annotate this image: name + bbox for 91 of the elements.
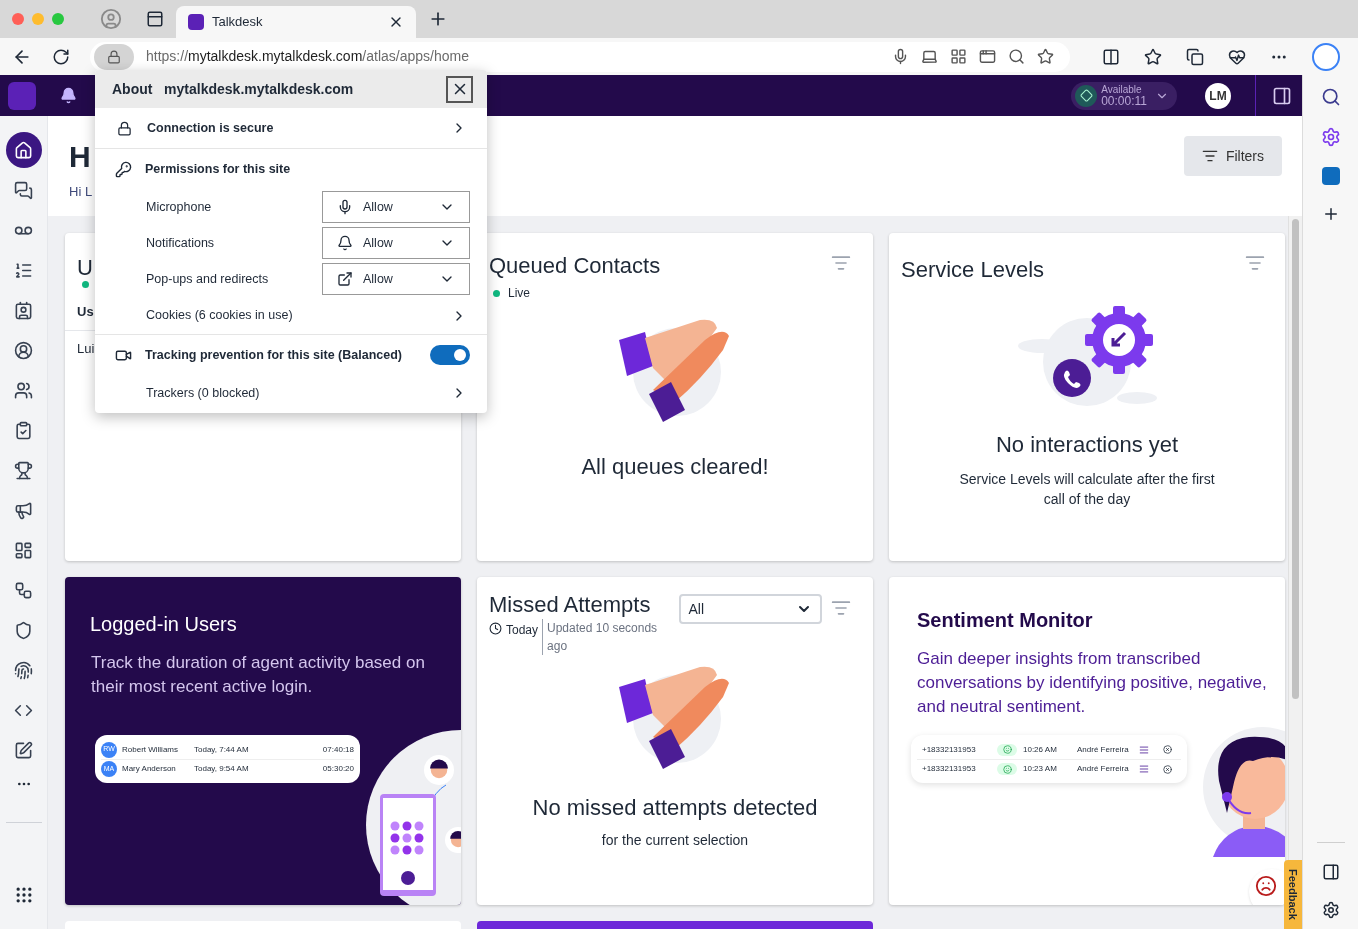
cookies-row[interactable]: Cookies (6 cookies in use) <box>95 297 487 335</box>
filter-icon <box>1201 148 1218 164</box>
apps-icon[interactable] <box>950 48 967 65</box>
sad-face-icon <box>1255 875 1277 897</box>
login-time: Today, 9:54 AM <box>194 763 250 775</box>
agent-name: André Ferreira <box>1077 743 1130 756</box>
period-select[interactable]: All <box>678 594 822 624</box>
device-icon[interactable] <box>921 48 938 65</box>
status-selector[interactable]: Available 00:00:11 <box>1071 81 1177 110</box>
updated-text: Updated 10 seconds ago <box>542 619 669 655</box>
feedback-tab[interactable]: Feedback <box>1284 860 1302 929</box>
filters-button[interactable]: Filters <box>1183 136 1282 176</box>
permission-select[interactable]: Allow <box>322 263 470 295</box>
sidebar-icon[interactable] <box>1321 863 1340 881</box>
card-title: Sentiment Monitor <box>916 608 1094 633</box>
card-title: Missed Attempts <box>489 594 652 616</box>
reload-icon[interactable] <box>52 47 70 66</box>
tracking-label: Tracking prevention for this site (Balanced) <box>145 346 403 364</box>
duration-text: 05:30:20 <box>322 763 354 775</box>
permission-label: Microphone <box>146 198 213 216</box>
status-timer: 00:00:11 <box>1101 94 1147 107</box>
close-circle-icon <box>1163 764 1172 774</box>
lock-icon <box>117 120 132 136</box>
call-time: 10:26 AM <box>1023 743 1058 756</box>
period-text: Today <box>506 622 539 639</box>
section-heading: Permissions for this site <box>145 160 291 178</box>
health-icon[interactable] <box>1228 47 1246 66</box>
favorite-star-icon[interactable] <box>1037 48 1054 65</box>
empty-message: No missed attempts detected <box>531 794 819 822</box>
key-icon <box>115 160 132 178</box>
transcript-icon <box>1139 744 1149 755</box>
phone-number: +18332131953 <box>922 763 977 775</box>
panel-icon[interactable] <box>1272 85 1292 106</box>
permission-select[interactable]: Allow <box>322 191 470 223</box>
smile-icon <box>997 763 1017 775</box>
tab-title: Talkdesk <box>212 13 264 32</box>
app-available-icon[interactable] <box>979 48 996 65</box>
card-title: Logged-in Users <box>89 612 238 637</box>
search-icon[interactable] <box>1320 87 1341 107</box>
favorites-icon[interactable] <box>1144 47 1162 66</box>
call-time: 10:23 AM <box>1023 763 1058 775</box>
microphone-icon[interactable] <box>892 48 909 65</box>
table-cell-text: Lui <box>77 339 95 358</box>
status-text: Live <box>508 285 530 302</box>
user-name: Mary Anderson <box>122 763 177 775</box>
card-title: Service Levels <box>901 256 1045 284</box>
bell-icon <box>337 235 353 251</box>
greeting-text: Hi L <box>69 183 93 201</box>
empty-detail: for the current selection <box>600 831 750 850</box>
tab-actions-icon[interactable] <box>146 10 164 28</box>
empty-detail: Service Levels will calculate after the first call of the day <box>958 470 1216 509</box>
scrollbar-thumb[interactable] <box>1292 219 1299 699</box>
card-title: U <box>77 254 93 282</box>
clock-icon <box>489 622 502 635</box>
split-screen-icon[interactable] <box>1102 47 1120 66</box>
lock-icon <box>107 49 121 64</box>
duration-text: 07:40:18 <box>322 743 354 756</box>
collections-icon[interactable] <box>1186 47 1204 66</box>
connection-row[interactable]: Connection is secure <box>95 108 487 149</box>
page-title: H <box>69 139 92 172</box>
permission-label: Pop-ups and redirects <box>146 270 270 288</box>
empty-message: All queues cleared! <box>580 453 770 481</box>
card-description: Gain deeper insights from transcribed conversations by identifying positive, negative, and neutral sentiment. <box>916 648 1268 718</box>
close-button[interactable] <box>446 75 473 103</box>
trackers-row[interactable]: Trackers (0 blocked) <box>95 375 487 411</box>
user-avatar[interactable]: LM <box>1205 82 1231 109</box>
login-time: Today, 7:44 AM <box>194 743 250 756</box>
address-field[interactable]: https://mytalkdesk.mytalkdesk.com/atlas/apps/home <box>90 41 1070 72</box>
agent-name: André Ferreira <box>1077 763 1130 775</box>
transcript-icon <box>1139 764 1149 774</box>
browser-tab[interactable]: Talkdesk <box>176 6 416 38</box>
bell-icon[interactable] <box>60 87 77 104</box>
empty-message: No interactions yet <box>994 431 1180 459</box>
talkdesk-logo-icon <box>188 14 204 30</box>
microphone-icon <box>337 199 353 215</box>
user-name: Robert Williams <box>122 743 179 756</box>
close-circle-icon <box>1163 745 1172 754</box>
site-info-button[interactable] <box>94 43 134 70</box>
permission-select[interactable]: Allow <box>322 227 470 259</box>
tracking-toggle[interactable] <box>430 345 470 365</box>
status-label: Available <box>1101 84 1143 95</box>
smile-icon <box>997 743 1017 756</box>
settings-icon[interactable] <box>1321 901 1340 919</box>
permission-label: Notifications <box>146 234 216 252</box>
external-link-icon <box>337 271 353 287</box>
popup-title: About mytalkdesk.mytalkdesk.com <box>112 79 355 99</box>
card-description: Track the duration of agent activity based on their most recent active login. <box>90 652 426 698</box>
phone-number: +18332131953 <box>922 743 977 756</box>
url-text: https://mytalkdesk.mytalkdesk.com/atlas/apps/home <box>146 47 470 66</box>
home-icon[interactable] <box>5 132 42 168</box>
card-title: Queued Contacts <box>489 252 661 280</box>
